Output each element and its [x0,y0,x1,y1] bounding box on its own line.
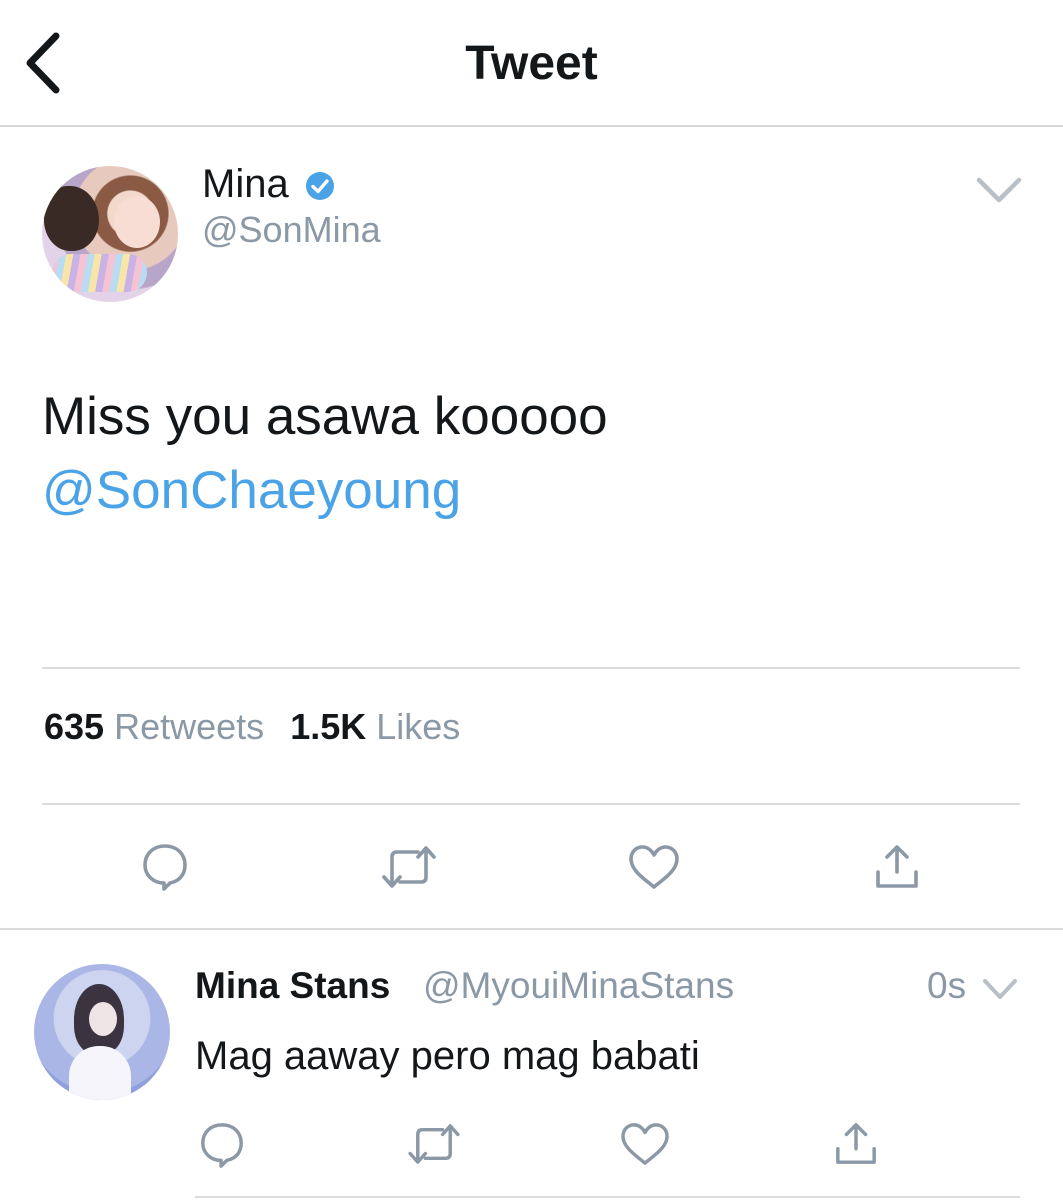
tweet-text: Miss you asawa kooooo @SonChaeyoung [42,380,1002,528]
retweet-icon[interactable] [408,1123,460,1165]
like-icon[interactable] [628,844,680,890]
retweet-icon[interactable] [382,845,436,889]
divider [42,667,1020,669]
like-count: 1.5K [290,706,367,747]
page-title: Tweet [465,37,598,90]
share-icon[interactable] [874,844,920,890]
retweets-stat[interactable]: 635 Retweets [44,706,264,747]
share-icon[interactable] [834,1122,878,1166]
retweet-count: 635 [44,706,105,747]
chevron-down-icon[interactable] [982,976,1018,1002]
section-divider [0,928,1063,930]
reply-timestamp: 0s [927,965,967,1006]
divider [42,803,1020,805]
reply-icon[interactable] [140,842,190,892]
author-handle[interactable]: @SonMina [202,209,381,251]
top-bar: Tweet [0,0,1063,127]
author-name[interactable]: Mina [202,162,289,207]
like-label: Likes [376,706,461,747]
tweet-stats: 635 Retweets 1.5K Likes [44,706,476,748]
reply-author-name[interactable]: Mina Stans [195,965,390,1007]
tweet-body-text: Miss you asawa kooooo [42,387,608,446]
reply-icon[interactable] [198,1120,246,1170]
verified-badge-icon [306,172,334,200]
author-avatar[interactable] [42,166,178,302]
reply-author-handle[interactable]: @MyouiMinaStans [423,965,734,1007]
like-icon[interactable] [620,1122,670,1166]
reply-text: Mag aaway pero mag babati [195,1034,700,1078]
retweet-label: Retweets [114,706,265,747]
mention-link[interactable]: @SonChaeyoung [42,454,1002,528]
chevron-down-icon[interactable] [975,172,1023,208]
divider [195,1196,1020,1198]
reply-author-avatar[interactable] [34,964,170,1100]
likes-stat[interactable]: 1.5K Likes [290,706,460,747]
